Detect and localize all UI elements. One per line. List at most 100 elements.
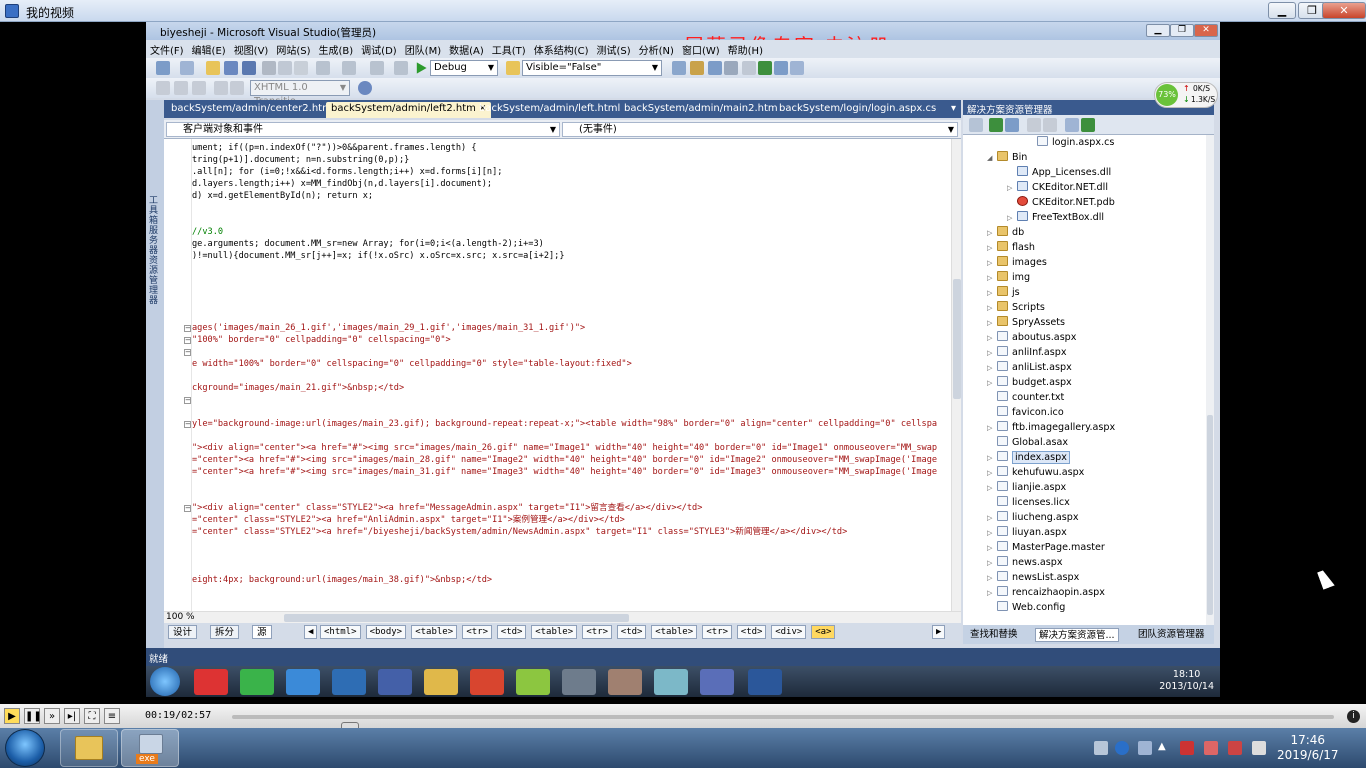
- navigate-forward-icon[interactable]: [394, 61, 408, 75]
- refresh-icon[interactable]: [989, 118, 1003, 132]
- menu-item[interactable]: 编辑(E): [188, 40, 230, 59]
- events-select[interactable]: (无事件) ▼: [562, 122, 958, 137]
- code-line[interactable]: ="center"><a href="#"><img src="images/m…: [192, 454, 937, 466]
- menu-item[interactable]: 分析(N): [635, 40, 678, 59]
- tab-find-replace[interactable]: 查找和替换: [967, 628, 1021, 642]
- menu-item[interactable]: 帮助(H): [724, 40, 767, 59]
- undo-icon[interactable]: [316, 61, 330, 75]
- tree-item[interactable]: ▷ aboutus.aspx: [987, 330, 1076, 345]
- design-view-button[interactable]: 设计: [168, 625, 198, 639]
- breadcrumb-tag[interactable]: <tr>: [702, 625, 733, 639]
- code-line[interactable]: tring(p+1)].document; n=n.substring(0,p)…: [192, 154, 409, 166]
- solution-explorer-icon[interactable]: [690, 61, 704, 75]
- tree-item[interactable]: ▷ CKEditor.NET.dll: [1007, 180, 1108, 195]
- vs-minimize-button[interactable]: ▁: [1146, 24, 1170, 37]
- tree-item[interactable]: counter.txt: [987, 390, 1064, 405]
- help-icon[interactable]: [1115, 741, 1129, 755]
- minimize-button[interactable]: ▁: [1268, 2, 1296, 19]
- recorded-app-12[interactable]: [700, 669, 734, 695]
- solution-tree-scrollbar[interactable]: [1206, 135, 1214, 625]
- recorded-app-3[interactable]: [286, 669, 320, 695]
- tab-solution-explorer[interactable]: 解决方案资源管...: [1035, 628, 1119, 642]
- menu-item[interactable]: 体系结构(C): [530, 40, 593, 59]
- expand-arrow-icon[interactable]: ▷: [987, 556, 997, 571]
- uncomment-icon[interactable]: [230, 81, 244, 95]
- save-all-icon[interactable]: [242, 61, 256, 75]
- tree-item[interactable]: ▷ rencaizhaopin.aspx: [987, 585, 1105, 600]
- command-window-icon[interactable]: [790, 61, 804, 75]
- indent-icon[interactable]: [174, 81, 188, 95]
- tree-item[interactable]: ▷ kehufuwu.aspx: [987, 465, 1084, 480]
- breadcrumb-right-icon[interactable]: ▶: [932, 625, 946, 639]
- menu-item[interactable]: 测试(S): [593, 40, 635, 59]
- check-accessibility-icon[interactable]: [358, 81, 372, 95]
- close-button[interactable]: ✕: [1322, 2, 1366, 19]
- editor-horizontal-scrollbar[interactable]: 100 %: [164, 611, 961, 623]
- breadcrumb-tag[interactable]: <table>: [531, 625, 578, 639]
- zoom-level[interactable]: 100 %: [166, 612, 195, 622]
- document-tab[interactable]: backSystem/admin/main2.htm: [619, 102, 783, 118]
- tree-item[interactable]: ▷ liuyan.aspx: [987, 525, 1067, 540]
- code-line[interactable]: "><div align="center"><a href="#"><img s…: [192, 442, 937, 454]
- tree-scroll-thumb[interactable]: [1207, 415, 1213, 615]
- vs-close-button[interactable]: ✕: [1194, 24, 1218, 37]
- tree-item[interactable]: ▷ SpryAssets: [987, 315, 1065, 330]
- code-line[interactable]: ckground="images/main_21.gif">&nbsp;</td…: [192, 382, 404, 394]
- code-line[interactable]: //v3.0: [192, 226, 223, 238]
- toolbox-strip[interactable]: 工具箱 服务器资源管理器: [146, 100, 164, 650]
- paste-icon[interactable]: [294, 61, 308, 75]
- code-line[interactable]: )!=null){document.MM_sr[j++]=x; if(!x.oS…: [192, 250, 565, 262]
- split-view-button[interactable]: 拆分: [210, 625, 240, 639]
- fold-toggle-icon[interactable]: −: [184, 421, 191, 428]
- breadcrumb-tag[interactable]: <html>: [320, 625, 361, 639]
- show-hidden-icons[interactable]: ▲: [1158, 741, 1172, 755]
- breadcrumb-tag[interactable]: <td>: [496, 625, 527, 639]
- expand-arrow-icon[interactable]: ▷: [987, 331, 997, 346]
- find-icon[interactable]: [672, 61, 686, 75]
- tree-item[interactable]: ▷ images: [987, 255, 1047, 270]
- start-page-icon[interactable]: [758, 61, 772, 75]
- breadcrumb-tag[interactable]: <tr>: [462, 625, 493, 639]
- editor-vertical-scrollbar[interactable]: [951, 139, 961, 611]
- menu-item[interactable]: 团队(M): [401, 40, 445, 59]
- expand-arrow-icon[interactable]: ▷: [987, 256, 997, 271]
- tree-item[interactable]: login.aspx.cs: [1027, 135, 1114, 150]
- recorded-app-word[interactable]: [748, 669, 782, 695]
- menu-item[interactable]: 文件(F): [146, 40, 188, 59]
- tree-item[interactable]: licenses.licx: [987, 495, 1070, 510]
- copy-website-icon[interactable]: [1065, 118, 1079, 132]
- expand-arrow-icon[interactable]: ▷: [987, 571, 997, 586]
- pause-icon[interactable]: ❚❚: [24, 708, 42, 724]
- toolbox-icon[interactable]: [742, 61, 756, 75]
- fold-toggle-icon[interactable]: −: [184, 325, 191, 332]
- tree-item[interactable]: ▷ budget.aspx: [987, 375, 1072, 390]
- expand-arrow-icon[interactable]: ◢: [987, 151, 997, 166]
- security-icon[interactable]: [1180, 741, 1194, 755]
- fold-toggle-icon[interactable]: −: [184, 397, 191, 404]
- tree-item[interactable]: Global.asax: [987, 435, 1068, 450]
- tree-item[interactable]: ▷ lianjie.aspx: [987, 480, 1066, 495]
- menu-item[interactable]: 视图(V): [230, 40, 273, 59]
- expand-arrow-icon[interactable]: ▷: [987, 466, 997, 481]
- new-project-icon[interactable]: [156, 61, 170, 75]
- tree-item[interactable]: App_Licenses.dll: [1007, 165, 1111, 180]
- menu-item[interactable]: 生成(B): [315, 40, 358, 59]
- find-in-files-icon[interactable]: [506, 61, 520, 75]
- extension-manager-icon[interactable]: [774, 61, 788, 75]
- code-line[interactable]: ge.arguments; document.MM_sr=new Array; …: [192, 238, 544, 250]
- toolbox-label[interactable]: 工具箱 服务器资源管理器: [149, 196, 161, 306]
- open-file-icon[interactable]: [206, 61, 220, 75]
- expand-arrow-icon[interactable]: ▷: [987, 541, 997, 556]
- navigate-back-icon[interactable]: [370, 61, 384, 75]
- code-line[interactable]: eight:4px; background:url(images/main_38…: [192, 574, 492, 586]
- tab-team-explorer[interactable]: 团队资源管理器: [1135, 628, 1208, 642]
- breadcrumb-left-icon[interactable]: ◀: [304, 625, 318, 639]
- menu-item[interactable]: 工具(T): [488, 40, 530, 59]
- expand-arrow-icon[interactable]: ▷: [987, 271, 997, 286]
- tree-item[interactable]: ▷ index.aspx: [987, 450, 1070, 465]
- format-icon[interactable]: [156, 81, 170, 95]
- recorded-app-2[interactable]: [240, 669, 274, 695]
- network-icon[interactable]: [1252, 741, 1266, 755]
- skip-end-icon[interactable]: ▸|: [64, 708, 80, 724]
- expand-arrow-icon[interactable]: ▷: [987, 481, 997, 496]
